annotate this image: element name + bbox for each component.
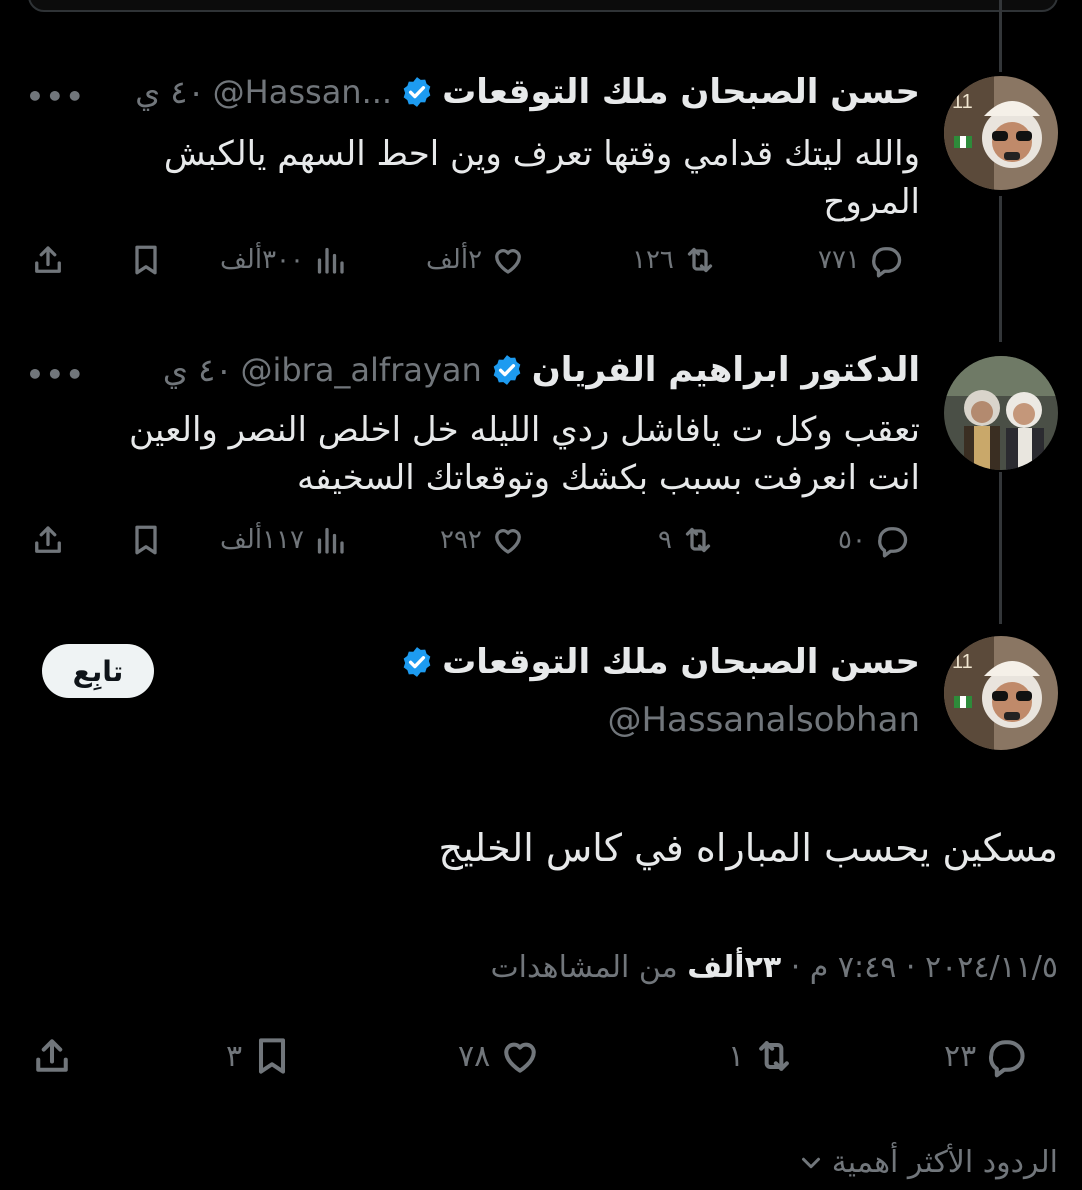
repost-icon: [759, 1041, 789, 1071]
repost-icon: [685, 527, 711, 553]
repost-count: ١: [728, 1038, 745, 1074]
bookmark-count: ٣: [226, 1038, 243, 1074]
tweet-time[interactable]: ٤٠ ي: [163, 351, 233, 389]
main-tweet-actions: ٢٣ ١ ٧٨ ٣: [0, 1034, 1082, 1084]
bookmark-button[interactable]: [128, 242, 164, 278]
views-count: ١١٧ألف: [220, 525, 304, 555]
bookmark-button[interactable]: [128, 522, 164, 558]
tweet-time[interactable]: ٤٠ ي: [135, 73, 205, 111]
heart-icon: [495, 249, 521, 274]
bookmark-icon: [259, 1038, 286, 1074]
views-button[interactable]: ٣٠٠ألف: [220, 242, 348, 278]
reply-count: ٥٠: [838, 525, 866, 555]
more-icon[interactable]: •••: [26, 358, 86, 391]
reply-button[interactable]: ٧٧١: [818, 242, 904, 278]
author-handle[interactable]: @Hassan...: [213, 73, 392, 111]
reply-button[interactable]: ٢٣: [944, 1034, 1028, 1078]
tweet-text: والله ليتك قدامي وقتها تعرف وين احط السه…: [164, 130, 920, 226]
repost-button[interactable]: ١٢٦: [632, 242, 718, 278]
reply-icon: [989, 1040, 1025, 1078]
tweet-header: حسن الصبحان ملك التوقعات @Hassan... ٤٠ ي: [135, 72, 920, 112]
reply-count: ٢٣: [944, 1038, 977, 1074]
main-tweet-text: مسكين يحسب المباراه في كاس الخليج: [438, 826, 1058, 870]
share-button[interactable]: [30, 242, 66, 278]
share-button[interactable]: [30, 1034, 74, 1078]
heart-icon: [504, 1042, 537, 1073]
views-icon: [317, 527, 344, 554]
reply-button[interactable]: ٥٠: [838, 522, 910, 558]
verified-badge-icon: [490, 353, 524, 387]
reply-icon: [871, 247, 902, 278]
repost-count: ٩: [658, 525, 672, 555]
reply-icon: [878, 527, 908, 558]
tweet-text: تعقب وكل ت يافاشل ردي الليله خل اخلص الن…: [129, 406, 920, 502]
like-count: ٢٩٢: [440, 525, 482, 555]
tweet-actions: ٧٧١ ١٢٦ ٢ألف ٣٠٠ألف: [0, 242, 1082, 292]
avatar[interactable]: [944, 356, 1058, 470]
heart-icon: [495, 529, 521, 554]
thread-line: [999, 0, 1002, 72]
author-handle[interactable]: @ibra_alfrayan: [240, 351, 481, 389]
more-icon[interactable]: •••: [26, 80, 86, 113]
svg-text:11: 11: [952, 91, 973, 113]
share-icon: [35, 246, 61, 273]
views-icon: [317, 247, 344, 274]
bookmark-icon: [135, 245, 157, 275]
tweet-header: الدكتور ابراهيم الفريان @ibra_alfrayan ٤…: [163, 350, 920, 390]
main-tweet-header: حسن الصبحان ملك التوقعات: [392, 642, 920, 682]
tweet-text-line: والله ليتك قدامي وقتها تعرف وين احط السه…: [163, 134, 920, 174]
top-card-edge: [28, 0, 1058, 12]
like-count: ٧٨: [458, 1038, 491, 1074]
bookmark-button[interactable]: ٣: [226, 1034, 294, 1078]
like-button[interactable]: ٢٩٢: [440, 522, 526, 558]
avatar[interactable]: 11: [944, 636, 1058, 750]
svg-text:11: 11: [952, 651, 973, 673]
replies-sort-label: الردود الأكثر أهمية: [831, 1145, 1058, 1180]
tweet-timestamp[interactable]: ٢٠٢٤/١١/٥ · ٧:٤٩ م ·: [781, 950, 1058, 985]
author-handle[interactable]: @Hassanalsobhan: [607, 700, 920, 740]
views-button[interactable]: ١١٧ألف: [220, 522, 348, 558]
views-count: ٢٣ألف: [687, 950, 782, 985]
author-name[interactable]: حسن الصبحان ملك التوقعات: [442, 642, 920, 682]
share-icon: [35, 526, 61, 553]
views-label: من المشاهدات: [490, 950, 688, 985]
repost-button[interactable]: ٩: [658, 522, 716, 558]
tweet-actions: ٥٠ ٩ ٢٩٢ ١١٧ألف: [0, 522, 1082, 572]
chevron-down-icon: [801, 1157, 820, 1168]
follow-button[interactable]: تابِع: [42, 644, 154, 698]
replies-sort-dropdown[interactable]: الردود الأكثر أهمية: [796, 1145, 1058, 1180]
tweet-text-line: انت انعرفت بسبب بكشك وتوقعاتك السخيفه: [296, 458, 920, 498]
verified-badge-icon: [400, 645, 434, 679]
tweet-text-line: تعقب وكل ت يافاشل ردي الليله خل اخلص الن…: [129, 410, 920, 450]
tweet-text-line: المروح: [823, 182, 920, 222]
verified-badge-icon: [400, 75, 434, 109]
author-name[interactable]: الدكتور ابراهيم الفريان: [532, 350, 920, 390]
share-button[interactable]: [30, 522, 66, 558]
tweet-meta: ٢٠٢٤/١١/٥ · ٧:٤٩ م · ٢٣ألف من المشاهدات: [490, 950, 1058, 985]
repost-icon: [687, 247, 713, 273]
avatar[interactable]: 11: [944, 76, 1058, 190]
author-name[interactable]: حسن الصبحان ملك التوقعات: [442, 72, 920, 112]
like-button[interactable]: ٧٨: [458, 1034, 542, 1078]
like-count: ٢ألف: [426, 245, 483, 275]
like-button[interactable]: ٢ألف: [426, 242, 526, 278]
views-count: ٣٠٠ألف: [220, 245, 304, 275]
bookmark-icon: [135, 525, 157, 555]
reply-count: ٧٧١: [818, 245, 860, 275]
repost-button[interactable]: ١: [728, 1034, 796, 1078]
share-icon: [36, 1039, 68, 1072]
repost-count: ١٢٦: [632, 245, 674, 275]
